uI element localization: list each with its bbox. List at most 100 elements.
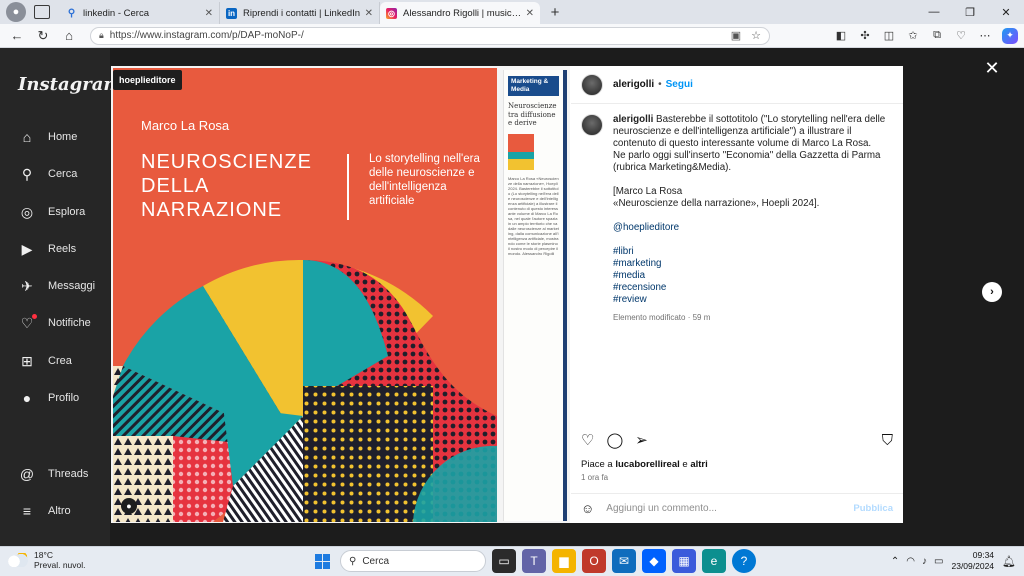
- sidebar-item-label: Profilo: [48, 392, 80, 404]
- volume-icon[interactable]: ♪: [922, 556, 927, 567]
- sidebar-item-profilo[interactable]: ● Profilo: [18, 389, 79, 407]
- sidebar-item-cerca[interactable]: ⚲ Cerca: [18, 165, 77, 183]
- dropbox-icon[interactable]: ◆: [642, 549, 666, 573]
- file-explorer-icon[interactable]: ▆: [552, 549, 576, 573]
- liked-by-others[interactable]: altri: [690, 459, 707, 470]
- comment-input[interactable]: Aggiungi un commento...: [606, 503, 717, 514]
- app-available-icon[interactable]: ▣: [731, 29, 741, 42]
- system-clock[interactable]: 09:34 23/09/2024: [951, 550, 994, 572]
- minimize-icon[interactable]: —: [916, 0, 952, 24]
- hashtag-link[interactable]: #review: [613, 294, 893, 306]
- close-window-icon[interactable]: ✕: [988, 0, 1024, 24]
- next-post-chevron-icon[interactable]: ›: [982, 282, 1002, 302]
- close-tab-icon[interactable]: ✕: [526, 8, 534, 19]
- hashtag-link[interactable]: #marketing: [613, 258, 893, 270]
- caption-line: Ne parlo oggi sull'inserto "Economia" de…: [613, 150, 881, 173]
- liked-by-user[interactable]: lucaborellireal: [615, 459, 679, 470]
- follow-button[interactable]: Segui: [666, 79, 693, 90]
- comment-bubble-icon[interactable]: ◯: [606, 431, 623, 449]
- calendar-icon[interactable]: ▦: [672, 549, 696, 573]
- new-tab-button[interactable]: +: [544, 1, 566, 23]
- browser-tab[interactable]: ⚲ linkedin - Cerca ✕: [60, 2, 220, 24]
- sidebar-item-esplora[interactable]: ◎ Esplora: [18, 203, 85, 221]
- address-bar[interactable]: 🔒︎ https://www.instagram.com/p/DAP-moNoP…: [90, 26, 770, 45]
- home-icon[interactable]: ⌂: [56, 25, 82, 47]
- back-icon[interactable]: ←: [4, 25, 30, 47]
- outlook-icon[interactable]: ✉: [612, 549, 636, 573]
- sidebar-item-altro[interactable]: ≡ Altro: [18, 502, 71, 520]
- linkedin-icon: in: [226, 7, 237, 19]
- share-send-icon[interactable]: ➢: [635, 431, 648, 449]
- post-modal: Marco La Rosa NEUROSCIENZE DELLA NARRAZI…: [111, 66, 903, 523]
- weather-widget[interactable]: 18°C Preval. nuvol.: [8, 550, 86, 570]
- like-heart-icon[interactable]: ♡: [581, 431, 594, 449]
- browser-tab[interactable]: in Riprendi i contatti | LinkedIn ✕: [220, 2, 380, 24]
- search-icon: ⚲: [67, 7, 76, 19]
- collections-icon[interactable]: ⧉: [926, 26, 948, 46]
- sidebar-item-crea[interactable]: ⊞ Crea: [18, 352, 72, 370]
- cover-subtitle: Lo storytelling nell'era delle neuroscie…: [369, 153, 480, 207]
- partly-cloudy-icon: [8, 553, 28, 567]
- sidebar-item-messaggi[interactable]: ✈ Messaggi: [18, 277, 95, 295]
- browser-profile-icon[interactable]: ●: [6, 2, 26, 22]
- help-icon[interactable]: ?: [732, 549, 756, 573]
- notifications-bell-icon[interactable]: 🔔︎: [1002, 555, 1016, 568]
- sidebar-item-notifiche[interactable]: ♡ Notifiche: [18, 314, 91, 332]
- task-view-icon[interactable]: ▭: [492, 549, 516, 573]
- puzzle-extensions-icon[interactable]: ✣: [854, 26, 876, 46]
- emoji-icon[interactable]: ☺: [581, 501, 594, 516]
- caption-avatar[interactable]: [581, 114, 603, 136]
- more-options-icon[interactable]: ⋯: [974, 26, 996, 46]
- clock-date: 23/09/2024: [951, 561, 995, 571]
- lock-icon[interactable]: 🔒︎: [99, 30, 104, 41]
- sidebar-item-label: Threads: [48, 468, 89, 480]
- favorite-star-icon[interactable]: ☆: [751, 29, 761, 42]
- close-tab-icon[interactable]: ✕: [205, 8, 213, 19]
- split-screen-icon[interactable]: ◫: [878, 26, 900, 46]
- edited-timestamp: Elemento modificato · 59 m: [613, 313, 711, 322]
- instagram-icon: ◎: [386, 7, 397, 19]
- weather-condition: Preval. nuvol.: [34, 560, 86, 570]
- browser-essentials-icon[interactable]: ♡: [950, 26, 972, 46]
- sidebar-item-label: Notifiche: [48, 317, 91, 329]
- chevron-up-icon[interactable]: ⌃: [891, 556, 899, 567]
- extension-icon[interactable]: ◧: [830, 26, 852, 46]
- office-icon[interactable]: O: [582, 549, 606, 573]
- wifi-icon[interactable]: ◠: [906, 556, 915, 567]
- tagged-user-icon[interactable]: ●: [121, 498, 137, 514]
- mention-link[interactable]: @hoeplieditore: [613, 222, 893, 234]
- close-icon[interactable]: ✕: [982, 58, 1002, 78]
- workspaces-icon[interactable]: [34, 5, 50, 19]
- hashtag-link[interactable]: #libri: [613, 246, 893, 258]
- tab-label: Alessandro Rigolli | musica e cor: [403, 7, 522, 19]
- instagram-logo[interactable]: Instagram: [18, 74, 122, 95]
- close-tab-icon[interactable]: ✕: [365, 8, 373, 19]
- hashtag-link[interactable]: #media: [613, 270, 893, 282]
- publish-button[interactable]: Pubblica: [853, 503, 893, 514]
- comment-box: ☺ Aggiungi un commento... Pubblica: [571, 493, 903, 523]
- edge-browser-icon[interactable]: e: [702, 549, 726, 573]
- teams-icon[interactable]: T: [522, 549, 546, 573]
- caption-line: Basterebbe il sottotitolo ("Lo storytell…: [613, 114, 886, 149]
- profile-avatar-icon: ●: [22, 390, 32, 406]
- avatar[interactable]: [581, 73, 603, 96]
- threads-icon: @: [19, 466, 35, 482]
- post-image[interactable]: Marco La Rosa NEUROSCIENZE DELLA NARRAZI…: [111, 66, 570, 523]
- start-button[interactable]: [310, 549, 334, 573]
- taskbar-search[interactable]: ⚲ Cerca: [340, 550, 486, 572]
- post-username[interactable]: alerigolli: [613, 79, 654, 90]
- clock-time: 09:34: [972, 550, 995, 560]
- favorites-icon[interactable]: ✩: [902, 26, 924, 46]
- refresh-icon[interactable]: ↻: [30, 25, 56, 47]
- copilot-icon[interactable]: ✦: [1002, 27, 1018, 44]
- sidebar-item-reels[interactable]: ▶ Reels: [18, 240, 77, 258]
- maximize-icon[interactable]: ❐: [952, 0, 988, 24]
- caption-username[interactable]: alerigolli: [613, 114, 653, 125]
- hashtag-link[interactable]: #recensione: [613, 282, 893, 294]
- sidebar-item-threads[interactable]: @ Threads: [18, 465, 88, 483]
- save-bookmark-icon[interactable]: ⛉: [882, 432, 893, 449]
- browser-tab[interactable]: ◎ Alessandro Rigolli | musica e cor ✕: [380, 2, 540, 24]
- sidebar-item-home[interactable]: ⌂ Home: [18, 128, 78, 146]
- battery-icon[interactable]: ▭: [934, 556, 943, 567]
- clipping-thumbnail: [508, 133, 534, 170]
